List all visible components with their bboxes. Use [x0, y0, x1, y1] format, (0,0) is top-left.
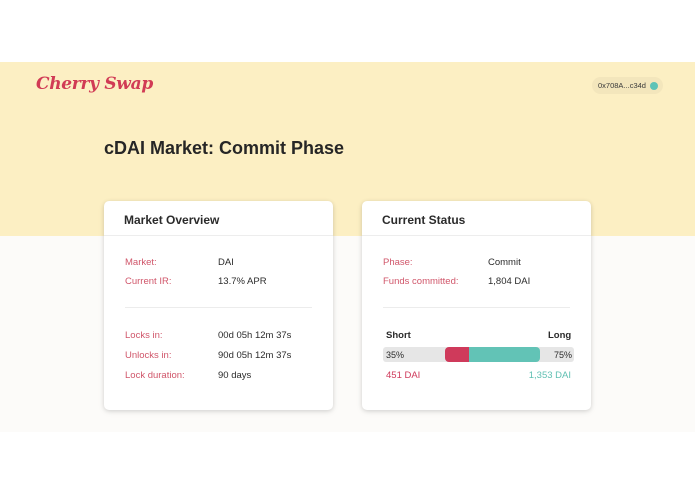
lock-duration-value: 90 days	[218, 370, 252, 381]
page-title: cDAI Market: Commit Phase	[104, 138, 345, 158]
locks-in-value: 00d 05h 12m 37s	[218, 330, 292, 341]
current-ir-label: Current IR:	[125, 276, 172, 287]
long-amount: 1,353 DAI	[528, 370, 571, 381]
short-label: Short	[386, 330, 411, 341]
funds-committed-value: 1,804 DAI	[488, 276, 531, 287]
unlocks-in-value: 90d 05h 12m 37s	[218, 350, 292, 361]
unlocks-in-label: Unlocks in:	[125, 350, 172, 361]
wallet-address: 0x708A...c34d	[598, 81, 646, 90]
locks-in-label: Locks in:	[125, 330, 163, 341]
current-status-card: Current Status Phase: Commit Funds commi…	[362, 201, 591, 410]
market-label: Market:	[125, 257, 157, 268]
lock-duration-label: Lock duration:	[125, 370, 185, 381]
long-percent: 75%	[553, 350, 572, 360]
phase-value: Commit	[488, 257, 521, 268]
divider	[125, 307, 312, 308]
phase-label: Phase:	[383, 257, 413, 268]
wallet-badge[interactable]: 0x708A...c34d	[592, 77, 663, 94]
funds-committed-label: Funds committed:	[383, 276, 459, 287]
wallet-status-dot-icon	[649, 81, 658, 90]
app-logo[interactable]: Cherry Swap	[36, 74, 153, 94]
current-ir-value: 13.7% APR	[218, 276, 267, 287]
short-bar-segment	[445, 347, 470, 362]
short-amount: 451 DAI	[386, 370, 421, 381]
market-overview-title: Market Overview	[104, 201, 333, 236]
current-status-title: Current Status	[362, 201, 591, 236]
market-overview-card: Market Overview Market: DAI Current IR: …	[104, 201, 333, 410]
market-value: DAI	[218, 257, 234, 268]
long-label: Long	[548, 330, 572, 341]
divider	[383, 307, 570, 308]
position-ratio-bar: 35% 75%	[383, 347, 574, 362]
long-bar-segment	[469, 347, 540, 362]
short-percent: 35%	[386, 350, 405, 360]
